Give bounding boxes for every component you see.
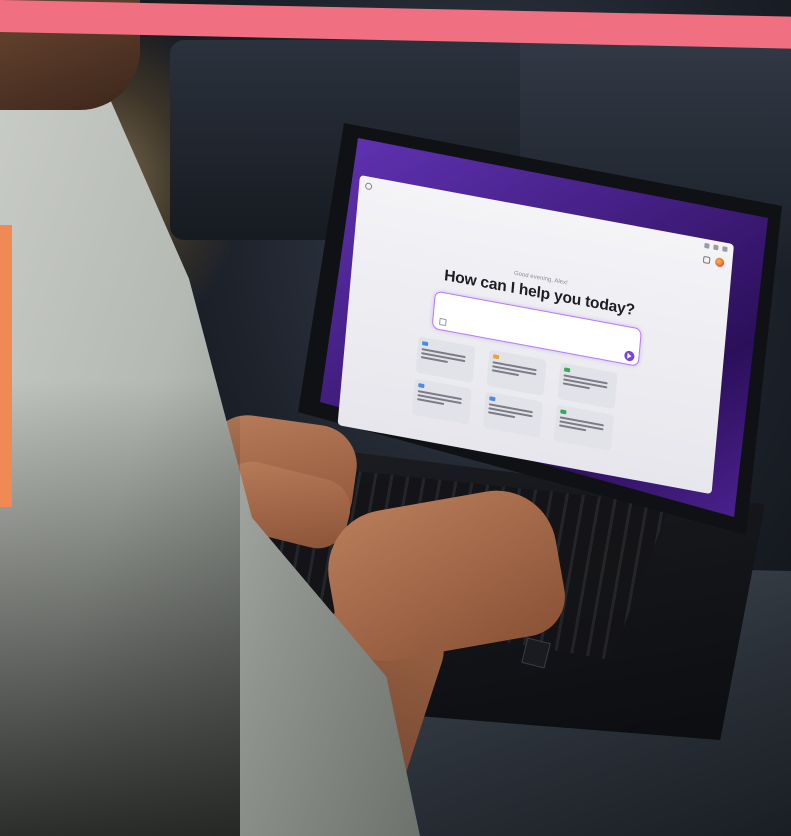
menu-icon: [364, 182, 373, 191]
minimize-icon: [704, 242, 710, 249]
suggestion-icon: [418, 383, 425, 389]
close-icon: [722, 246, 728, 253]
photo-scene: Good evening, Alex! How can I help you t…: [0, 0, 791, 836]
suggestion-card: [486, 349, 547, 396]
attach-icon: [439, 317, 447, 327]
avatar: [714, 257, 725, 268]
maximize-icon: [713, 244, 719, 251]
suggestion-card: [553, 404, 614, 452]
window-controls: [704, 242, 728, 253]
bell-icon: [702, 255, 711, 265]
shirt-shadow: [0, 380, 240, 836]
suggestion-icon: [563, 367, 571, 373]
send-button: [623, 350, 635, 362]
suggestion-icon: [421, 341, 429, 347]
suggestion-icon: [489, 396, 496, 402]
header-icons: [702, 255, 725, 268]
suggestion-card: [415, 336, 476, 383]
suggestion-icon: [492, 354, 500, 360]
suggestion-icon: [560, 409, 567, 415]
suggestion-card: [482, 391, 543, 438]
suggestion-card: [411, 378, 472, 425]
side-accent-band: [0, 225, 12, 507]
suggestion-card: [557, 362, 618, 410]
